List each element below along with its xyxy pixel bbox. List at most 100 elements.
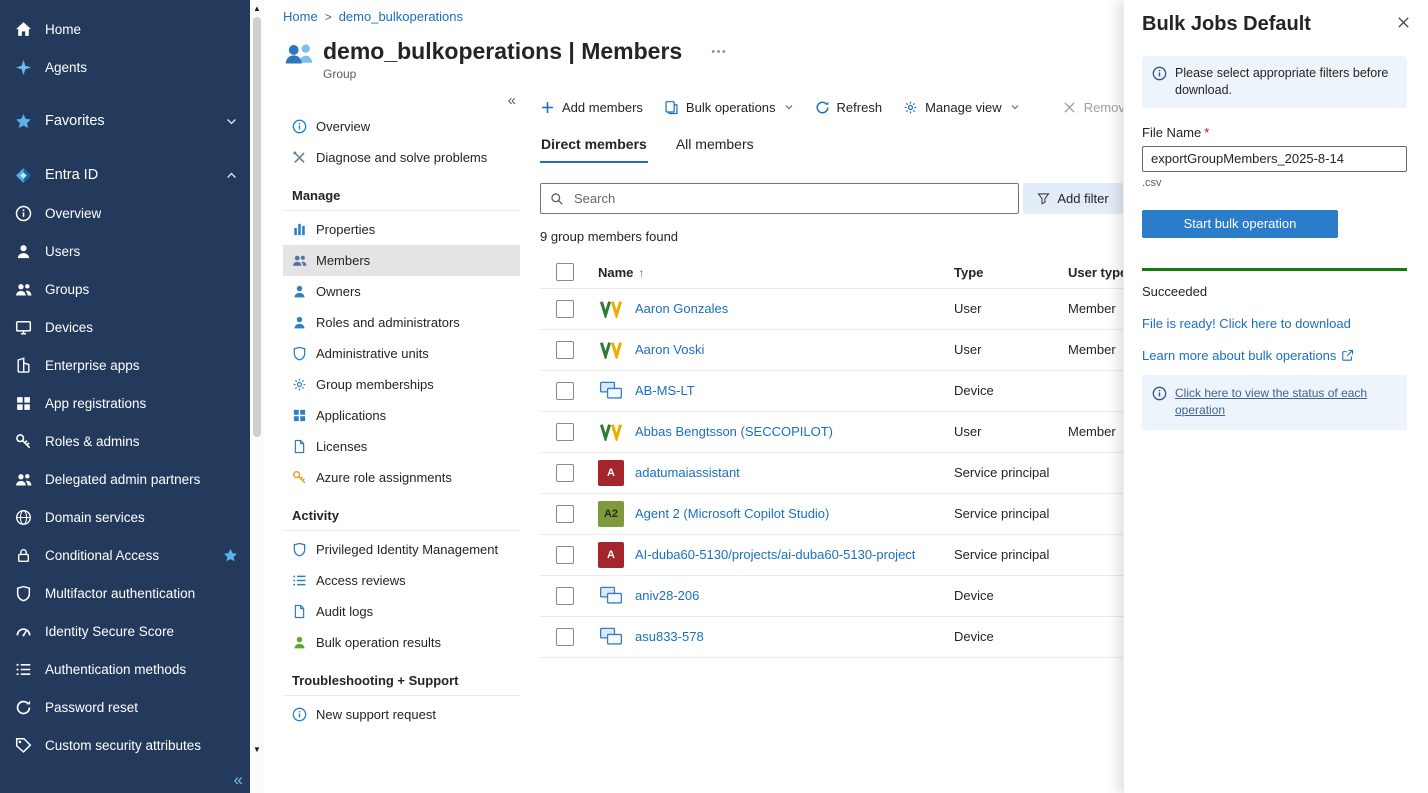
sidebar-item-devices[interactable]: Devices [0,308,250,346]
blade-item-licenses[interactable]: Licenses [283,431,520,462]
member-name-link[interactable]: Agent 2 (Microsoft Copilot Studio) [635,506,829,521]
sidebar-item-delegated-admin-partners[interactable]: Delegated admin partners [0,460,250,498]
row-checkbox[interactable] [556,505,574,523]
info-banner-text: Please select appropriate filters before… [1175,65,1397,99]
row-checkbox[interactable] [556,382,574,400]
sidebar-item-domain-services[interactable]: Domain services [0,498,250,536]
blade-item-properties[interactable]: Properties [283,214,520,245]
sidebar-item-entra-id[interactable]: Entra ID [0,156,250,194]
sidebar-item-groups[interactable]: Groups [0,270,250,308]
download-file-link[interactable]: File is ready! Click here to download [1142,316,1351,331]
row-checkbox[interactable] [556,546,574,564]
row-checkbox[interactable] [556,628,574,646]
sidebar-item-label: Enterprise apps [45,358,140,373]
manage-view-button[interactable]: Manage view [903,100,1020,115]
scrollbar-thumb[interactable] [253,17,261,437]
row-checkbox[interactable] [556,341,574,359]
tab-direct-members[interactable]: Direct members [540,130,648,163]
view-operation-status-link[interactable]: Click here to view the status of each op… [1175,385,1397,420]
row-checkbox[interactable] [556,423,574,441]
sidebar-item-multifactor-authentication[interactable]: Multifactor authentication [0,574,250,612]
blade-item-roles-and-administrators[interactable]: Roles and administrators [283,307,520,338]
column-header-name[interactable]: Name↑ [584,257,954,288]
row-checkbox[interactable] [556,300,574,318]
member-name-link[interactable]: aniv28-206 [635,588,699,603]
sidebar-item-home[interactable]: Home [0,10,250,48]
people-icon [15,281,32,298]
blade-collapse-button[interactable]: « [508,93,520,108]
sidebar-item-password-reset[interactable]: Password reset [0,688,250,726]
select-all-checkbox[interactable] [556,263,574,281]
scroll-down-button[interactable]: ▼ [250,743,264,757]
column-header-user-type[interactable]: User type [1068,257,1123,288]
sidebar-item-roles-admins[interactable]: Roles & admins [0,422,250,460]
remove-button[interactable]: Remove [1062,100,1123,115]
member-name-link[interactable]: AB-MS-LT [635,383,695,398]
more-options-icon[interactable] [710,43,727,60]
member-name-link[interactable]: AI-duba60-5130/projects/ai-duba60-5130-p… [635,547,915,562]
member-name-link[interactable]: Abbas Bengtsson (SECCOPILOT) [635,424,833,439]
sidebar-item-users[interactable]: Users [0,232,250,270]
plus-icon [540,100,555,115]
blade-item-audit-logs[interactable]: Audit logs [283,596,520,627]
sidebar-item-agents[interactable]: Agents [0,48,250,86]
blade-item-access-reviews[interactable]: Access reviews [283,565,520,596]
sidebar-item-favorites[interactable]: Favorites [0,102,250,140]
members-list-section: Add members Bulk operations Refresh Manage … [522,89,1123,789]
blade-item-administrative-units[interactable]: Administrative units [283,338,520,369]
breadcrumb-home-link[interactable]: Home [283,9,318,24]
sidebar-item-overview[interactable]: Overview [0,194,250,232]
device-icon [599,627,623,646]
member-name-link[interactable]: adatumaiassistant [635,465,740,480]
start-bulk-operation-button[interactable]: Start bulk operation [1142,210,1338,238]
close-icon [1396,15,1411,30]
sidebar-item-identity-secure-score[interactable]: Identity Secure Score [0,612,250,650]
column-header-type[interactable]: Type [954,257,1068,288]
sidebar-item-label: Entra ID [45,167,98,183]
sidebar-collapse-button[interactable]: « [234,771,243,788]
blade-item-new-support-request[interactable]: New support request [283,699,520,730]
sidebar-item-authentication-methods[interactable]: Authentication methods [0,650,250,688]
blade-item-bulk-operation-results[interactable]: Bulk operation results [283,627,520,658]
sidebar-scrollbar[interactable]: ▲ ▼ [250,0,264,793]
blade-item-overview[interactable]: Overview [283,111,520,142]
scroll-up-button[interactable]: ▲ [250,2,264,16]
blade-item-owners[interactable]: Owners [283,276,520,307]
sidebar-item-app-registrations[interactable]: App registrations [0,384,250,422]
file-extension: .csv [1142,177,1407,189]
blade-item-label: Diagnose and solve problems [316,150,487,165]
panel-close-button[interactable] [1396,15,1411,30]
row-checkbox[interactable] [556,464,574,482]
bulk-operations-button[interactable]: Bulk operations [664,100,794,115]
blade-item-azure-role-assignments[interactable]: Azure role assignments [283,462,520,493]
refresh-icon [815,100,830,115]
tab-all-members[interactable]: All members [675,130,755,163]
breadcrumb-current-link[interactable]: demo_bulkoperations [339,9,463,24]
search-input[interactable] [572,190,1009,207]
filters-info-banner: Please select appropriate filters before… [1142,56,1407,108]
add-filter-button[interactable]: Add filter [1023,183,1123,214]
member-name-link[interactable]: Aaron Voski [635,342,704,357]
monitor-icon [15,319,32,336]
member-user-type [1068,370,1123,411]
file-name-input[interactable] [1142,146,1407,172]
row-checkbox[interactable] [556,587,574,605]
member-name-link[interactable]: Aaron Gonzales [635,301,728,316]
blade-item-applications[interactable]: Applications [283,400,520,431]
sidebar-item-label: Users [45,244,80,259]
sidebar-item-custom-security-attributes[interactable]: Custom security attributes [0,726,250,764]
search-row: Add filter [540,183,1123,214]
page-subtitle: Group [323,67,727,81]
member-name-link[interactable]: asu833-578 [635,629,704,644]
blade-item-group-memberships[interactable]: Group memberships [283,369,520,400]
blade-item-members[interactable]: Members [283,245,520,276]
sidebar-item-enterprise-apps[interactable]: Enterprise apps [0,346,250,384]
add-members-button[interactable]: Add members [540,100,643,115]
sidebar-item-conditional-access[interactable]: Conditional Access [0,536,250,574]
blade-item-label: Administrative units [316,346,429,361]
device-avatar-icon [598,583,624,609]
blade-item-diagnose-and-solve-problems[interactable]: Diagnose and solve problems [283,142,520,173]
refresh-button[interactable]: Refresh [815,100,883,115]
learn-more-link[interactable]: Learn more about bulk operations [1142,348,1354,363]
blade-item-privileged-identity-management[interactable]: Privileged Identity Management [283,534,520,565]
